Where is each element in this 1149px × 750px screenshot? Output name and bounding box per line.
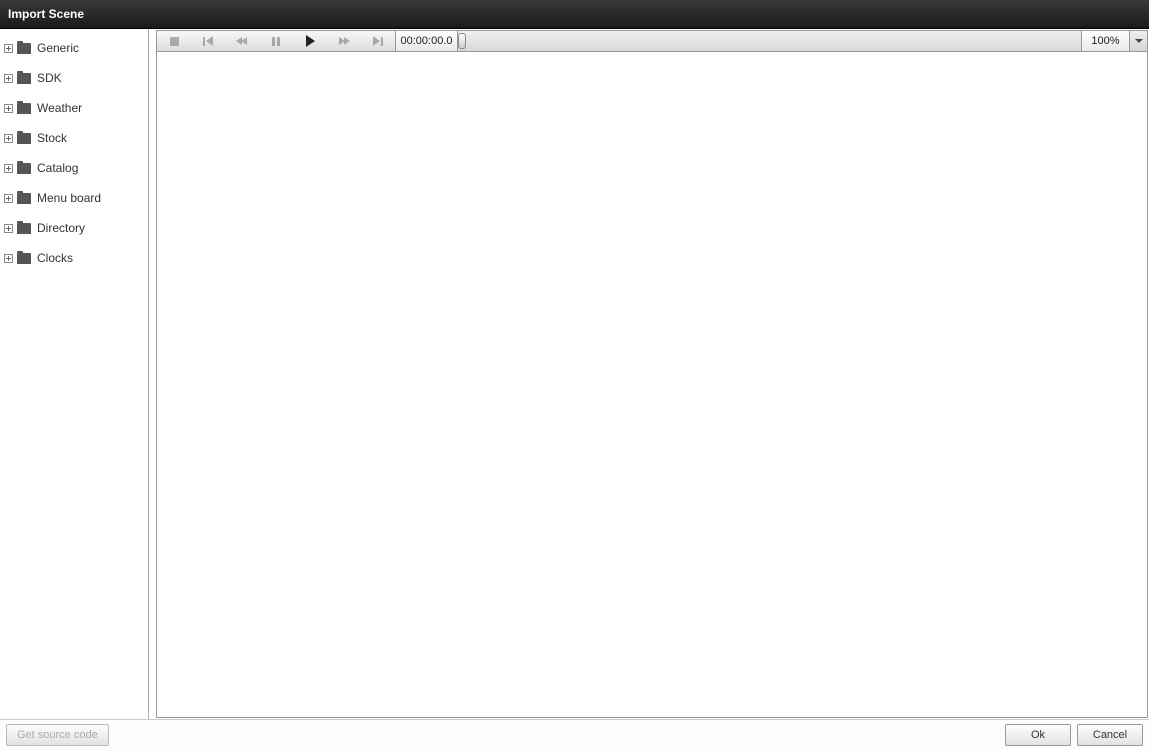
expand-icon[interactable] (4, 194, 13, 203)
ok-button[interactable]: Ok (1005, 724, 1071, 746)
play-button[interactable] (293, 31, 327, 51)
stop-button[interactable] (157, 31, 191, 51)
zoom-display[interactable]: 100% (1081, 31, 1129, 51)
tree-item-label: Catalog (37, 161, 78, 175)
pause-icon (272, 37, 280, 46)
tree-item-label: Clocks (37, 251, 73, 265)
tree-item-label: SDK (37, 71, 62, 85)
tree-item-weather[interactable]: Weather (0, 93, 148, 123)
footer: Get source code Ok Cancel (0, 720, 1149, 750)
folder-icon (17, 133, 31, 144)
preview-canvas (156, 52, 1148, 718)
folder-icon (17, 163, 31, 174)
main-area: Generic SDK Weather Stock Catalog (0, 29, 1149, 720)
sidebar: Generic SDK Weather Stock Catalog (0, 29, 149, 719)
folder-icon (17, 103, 31, 114)
cancel-button[interactable]: Cancel (1077, 724, 1143, 746)
tree-item-clocks[interactable]: Clocks (0, 243, 148, 273)
tree-item-menu-board[interactable]: Menu board (0, 183, 148, 213)
tree-item-catalog[interactable]: Catalog (0, 153, 148, 183)
get-source-code-button[interactable]: Get source code (6, 724, 109, 746)
timeline-slider[interactable] (457, 31, 1081, 51)
skip-forward-button[interactable] (361, 31, 395, 51)
expand-icon[interactable] (4, 104, 13, 113)
folder-icon (17, 223, 31, 234)
skip-back-icon (203, 36, 213, 46)
tree-item-sdk[interactable]: SDK (0, 63, 148, 93)
pause-button[interactable] (259, 31, 293, 51)
skip-back-button[interactable] (191, 31, 225, 51)
expand-icon[interactable] (4, 254, 13, 263)
expand-icon[interactable] (4, 74, 13, 83)
play-icon (306, 35, 315, 47)
playback-toolbar: 00:00:00.0 100% (156, 30, 1148, 52)
tree-item-directory[interactable]: Directory (0, 213, 148, 243)
rewind-icon (237, 37, 247, 45)
folder-icon (17, 193, 31, 204)
folder-icon (17, 253, 31, 264)
expand-icon[interactable] (4, 224, 13, 233)
rewind-button[interactable] (225, 31, 259, 51)
window-title: Import Scene (8, 7, 84, 21)
timecode-display[interactable]: 00:00:00.0 (395, 31, 457, 51)
zoom-dropdown[interactable] (1129, 31, 1147, 51)
tree-item-label: Generic (37, 41, 79, 55)
expand-icon[interactable] (4, 134, 13, 143)
folder-icon (17, 73, 31, 84)
content-panel: 00:00:00.0 100% (155, 29, 1149, 719)
tree-item-stock[interactable]: Stock (0, 123, 148, 153)
chevron-down-icon (1135, 39, 1143, 43)
folder-icon (17, 43, 31, 54)
titlebar: Import Scene (0, 0, 1149, 29)
tree-item-label: Directory (37, 221, 85, 235)
slider-thumb[interactable] (458, 33, 466, 49)
stop-icon (170, 37, 179, 46)
tree-item-label: Weather (37, 101, 82, 115)
tree-item-label: Menu board (37, 191, 101, 205)
skip-forward-icon (373, 36, 383, 46)
expand-icon[interactable] (4, 164, 13, 173)
expand-icon[interactable] (4, 44, 13, 53)
fast-forward-icon (339, 37, 349, 45)
tree-item-label: Stock (37, 131, 67, 145)
fast-forward-button[interactable] (327, 31, 361, 51)
tree-item-generic[interactable]: Generic (0, 33, 148, 63)
vertical-splitter[interactable] (148, 33, 149, 719)
